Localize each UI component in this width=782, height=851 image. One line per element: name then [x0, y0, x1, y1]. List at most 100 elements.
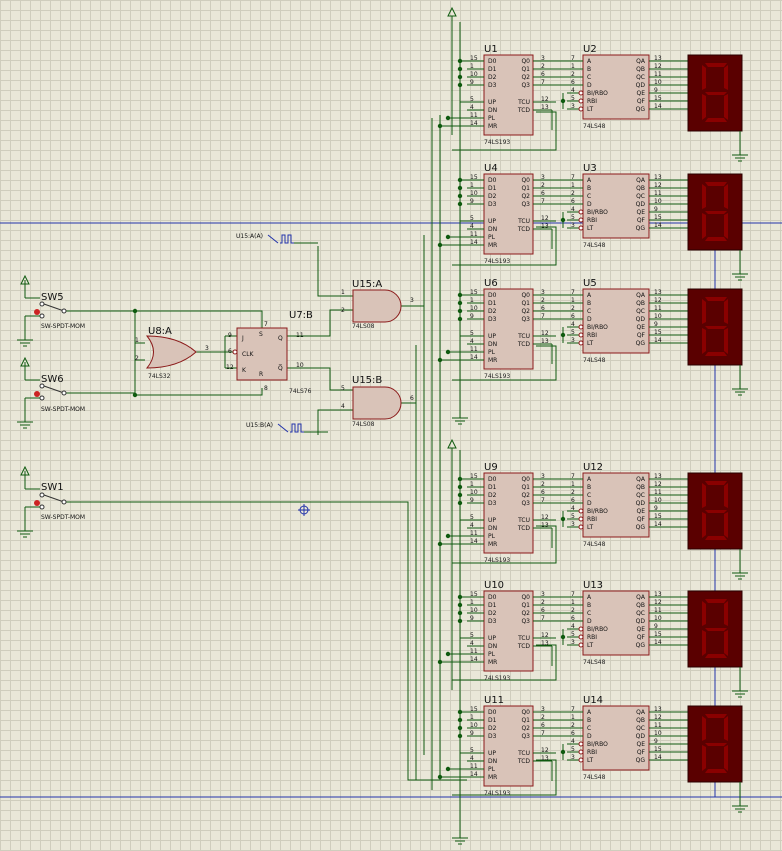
inversion-bubble — [578, 332, 584, 338]
inversion-bubble — [578, 508, 584, 514]
decoder-pin-label: QF — [637, 749, 646, 756]
decoder-pin-number: 10 — [654, 497, 662, 504]
decoder-pin-label: QB — [636, 602, 645, 609]
decoder-pin-number: 12 — [654, 63, 662, 70]
ff-pin-12: 12 — [226, 364, 234, 371]
counter-pin-label: Q1 — [521, 300, 530, 307]
and-a-pin-1: 1 — [341, 289, 345, 296]
counter-pin-label: Q1 — [521, 185, 530, 192]
decoder-pin-number: 10 — [654, 730, 662, 737]
logic-layer — [145, 234, 402, 433]
display-segment — [724, 328, 728, 354]
counter-pin-label: D3 — [488, 500, 497, 507]
decoder-pin-number: 6 — [571, 313, 575, 320]
decoder-pin-number: 9 — [654, 623, 658, 630]
decoder-pin-label: QE — [636, 90, 645, 97]
display-segment — [705, 352, 727, 356]
decoder-pin-label: D — [587, 733, 592, 740]
counter-pin-number: 1 — [470, 182, 474, 189]
clock-source-b-label: U15:B(A) — [246, 422, 273, 429]
probe-marker-icon[interactable] — [298, 504, 310, 516]
decoder-pin-number: 12 — [654, 182, 662, 189]
decoder-pin-label: D — [587, 201, 592, 208]
counter-pin-number: 1 — [470, 599, 474, 606]
decoder-type: 74LS48 — [583, 774, 606, 781]
counter-pin-number: 3 — [541, 473, 545, 480]
inversion-bubble — [578, 626, 584, 632]
decoder-pin-label: LT — [587, 225, 594, 232]
decoder-pin-label: QD — [636, 618, 646, 625]
counter-pin-number: 3 — [541, 706, 545, 713]
counter-pin-number: 14 — [470, 656, 478, 663]
decoder-pin-number: 2 — [571, 722, 575, 729]
counter-pin-number: 4 — [470, 338, 474, 345]
counter-pin-label: Q3 — [521, 316, 530, 323]
decoder-pin-number: 3 — [571, 103, 575, 110]
counter-pin-number: 5 — [470, 330, 474, 337]
decoder-pin-number: 15 — [654, 631, 662, 638]
counter-pin-number: 13 — [541, 104, 549, 111]
counter-pin-number: 1 — [470, 481, 474, 488]
counter-pin-number: 5 — [470, 215, 474, 222]
counter-pin-number: 6 — [541, 722, 545, 729]
counter-pin-number: 13 — [541, 223, 549, 230]
counter-pin-label: Q2 — [521, 492, 530, 499]
counter-pin-label: Q3 — [521, 500, 530, 507]
counter-pin-label: D2 — [488, 308, 497, 315]
display-segment — [724, 184, 728, 209]
switch-sw1-type: SW-SPDT-MOM — [41, 514, 85, 521]
decoder-pin-label: RBI — [587, 634, 597, 641]
decoder-pin-label: QG — [636, 524, 646, 531]
display-ground-icon — [732, 147, 748, 162]
counter-pin-label: DN — [488, 525, 497, 532]
counter-pin-label: MR — [488, 659, 497, 666]
counter-pin-number: 5 — [470, 96, 474, 103]
decoder-pin-label: RBI — [587, 98, 597, 105]
clk-bubble — [232, 349, 238, 355]
counter-pin-label: TCD — [517, 758, 531, 765]
display-segment — [702, 512, 706, 538]
inversion-bubble — [578, 209, 584, 215]
decoder-pin-label: B — [587, 484, 591, 491]
counter-pin-label: D0 — [488, 177, 497, 184]
decoder-pin-label: BI/RBO — [587, 741, 608, 748]
counter-pin-number: 6 — [541, 489, 545, 496]
ff-pin-9: 9 — [228, 332, 232, 339]
counter-pin-label: Q1 — [521, 717, 530, 724]
display-segment — [705, 326, 727, 329]
counter-pin-number: 14 — [470, 538, 478, 545]
inversion-bubble — [578, 340, 584, 346]
counter-pin-label: TCD — [517, 525, 531, 532]
decoder-pin-label: QE — [636, 626, 645, 633]
inversion-bubble — [578, 741, 584, 747]
inversion-bubble — [578, 634, 584, 640]
decoder-pin-label: RBI — [587, 332, 597, 339]
decoder-pin-label: BI/RBO — [587, 209, 608, 216]
display-segment — [705, 63, 727, 67]
counter-pin-label: DN — [488, 226, 497, 233]
switch-ground-icon — [17, 523, 33, 538]
clock-generator-icon — [267, 234, 318, 244]
decoder-pin-label: BI/RBO — [587, 90, 608, 97]
switch-sw6-type: SW-SPDT-MOM — [41, 406, 85, 413]
display-segment — [705, 714, 727, 718]
ff-label-qbar: Q̅ — [278, 365, 283, 372]
counter-pin-label: UP — [488, 517, 496, 524]
decoder-pin-label: LT — [587, 757, 594, 764]
or-pin-1: 1 — [135, 337, 139, 344]
display-segment — [702, 601, 706, 626]
counter-pin-number: 11 — [470, 112, 478, 119]
decoder-pin-label: QF — [637, 332, 646, 339]
counter-ref: U1 — [484, 44, 498, 55]
power-arrow-mid-icon — [447, 438, 457, 454]
and-b-pin-5: 5 — [341, 385, 345, 392]
display-segment — [705, 510, 727, 513]
counter-pin-label: D3 — [488, 618, 497, 625]
counter-pin-label: DN — [488, 341, 497, 348]
counter-pin-number: 4 — [470, 755, 474, 762]
counter-stage-6: U1174LS193D015D11D210D39UP5DN4PL11MR14Q0… — [440, 695, 743, 798]
decoder-pin-label: RBI — [587, 217, 597, 224]
counter-pin-number: 6 — [541, 305, 545, 312]
counter-pin-number: 10 — [470, 190, 478, 197]
counter-pin-label: PL — [488, 651, 496, 658]
